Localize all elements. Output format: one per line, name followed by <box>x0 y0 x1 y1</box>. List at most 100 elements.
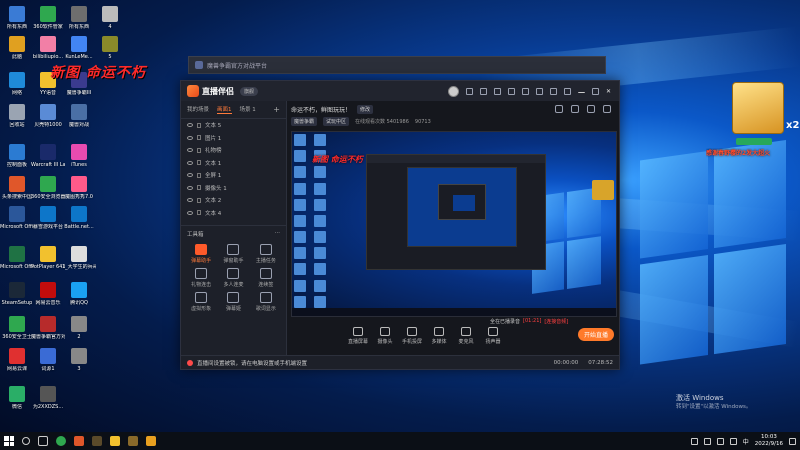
desktop-icon[interactable]: 腾讯QQ <box>62 282 96 306</box>
desktop-icon[interactable]: 1_大学生的兵哥没道德团 <box>62 246 96 270</box>
desktop-icon[interactable]: Warcraft III Launcher <box>31 144 65 168</box>
tab-scene-1[interactable]: 场景 1 <box>240 105 256 114</box>
desktop-icon[interactable]: 头条搜索中国 <box>0 176 34 200</box>
desktop-icon[interactable]: 为2XXDZS... <box>31 386 65 410</box>
gift-icon[interactable] <box>522 87 529 95</box>
desktop-icon[interactable]: 360安全浏览器 <box>31 176 65 200</box>
taskbar-clock[interactable]: 10:03 2022/9/16 <box>755 434 783 448</box>
toolbox-item[interactable]: 虚拟形象 <box>185 292 217 312</box>
close-icon[interactable]: ✕ <box>606 88 613 95</box>
eye-icon[interactable] <box>187 123 193 128</box>
desktop-icon[interactable]: 此脑 <box>0 36 34 60</box>
start-live-button[interactable]: 开始直播 <box>578 328 614 341</box>
toolbox-more-button[interactable]: ··· <box>275 230 280 238</box>
toolbox-item[interactable]: 多人连麦 <box>217 268 249 288</box>
toolbox-item[interactable]: 弹幕姬 <box>217 292 249 312</box>
message-icon[interactable] <box>494 87 501 95</box>
source-control[interactable]: 手机投屏 <box>401 327 423 345</box>
lock-icon[interactable] <box>197 147 201 153</box>
tray-up-icon[interactable] <box>690 437 698 445</box>
shop-icon[interactable] <box>555 105 563 113</box>
lock-icon[interactable] <box>197 197 201 203</box>
toolbox-item[interactable]: 主播任务 <box>250 244 282 264</box>
source-control[interactable]: 扬声器 <box>482 327 504 345</box>
desktop-icon[interactable]: 魔图秀秀7.0 <box>62 176 96 200</box>
tray-network-icon[interactable] <box>703 437 711 445</box>
share-icon[interactable] <box>536 87 543 95</box>
layer-item[interactable]: 摄像头 1 <box>181 182 286 195</box>
folder-icon[interactable] <box>110 436 120 446</box>
source-control[interactable]: 麦克风 <box>455 327 477 345</box>
notification-icon[interactable] <box>587 105 595 113</box>
eye-icon[interactable] <box>187 198 193 203</box>
tray-app-icon[interactable] <box>729 437 737 445</box>
desktop-icon[interactable]: 控制面板 <box>0 144 34 168</box>
lock-icon[interactable] <box>197 210 201 216</box>
layer-item[interactable]: 文本 4 <box>181 207 286 220</box>
battlenet-icon[interactable] <box>128 436 138 446</box>
ime-indicator[interactable]: 中 <box>743 437 749 446</box>
category-tag[interactable]: 魔兽争霸 <box>291 117 318 126</box>
share-stream-icon[interactable] <box>571 105 579 113</box>
refresh-icon[interactable] <box>466 87 473 95</box>
warcraft-icon[interactable] <box>92 436 102 446</box>
eye-icon[interactable] <box>187 135 193 140</box>
desktop-icon[interactable]: 360软件管家 <box>31 6 65 30</box>
screen-icon[interactable] <box>508 87 515 95</box>
layer-item[interactable]: 文本 2 <box>181 194 286 207</box>
desktop-icon[interactable]: 360安全卫士 <box>0 316 34 340</box>
eye-icon[interactable] <box>187 185 193 190</box>
desktop-icon[interactable]: 暴雪游戏平台 <box>31 206 65 230</box>
tab-my-scenes[interactable]: 我的场景 <box>187 105 209 114</box>
lock-icon[interactable] <box>197 135 201 141</box>
desktop-icon[interactable]: 5 <box>93 36 127 60</box>
layer-item[interactable]: 文本 1 <box>181 157 286 170</box>
source-control[interactable]: 摄像头 <box>374 327 396 345</box>
layer-item[interactable]: 图片 1 <box>181 132 286 145</box>
status-warning[interactable]: 直播间设置被锁，请在电脑设置或手机端设置 <box>197 359 307 367</box>
desktop-icon[interactable]: 网易云课 <box>0 348 34 372</box>
desktop-icon[interactable]: Microsoft Office Wo... <box>0 206 34 230</box>
desktop-icon[interactable]: 网易云音乐 <box>31 282 65 306</box>
stream-preview[interactable]: 新图 命运不朽 <box>291 131 617 317</box>
more-icon[interactable] <box>603 105 611 113</box>
source-control[interactable]: 多媒体 <box>428 327 450 345</box>
desktop-icon[interactable]: 魔兽争霸官方对战平台 <box>31 316 65 340</box>
desktop-icon[interactable]: 所有东西 <box>0 6 34 30</box>
desktop-icon[interactable]: bilibiliupio... <box>31 36 65 60</box>
search-icon[interactable] <box>22 437 30 445</box>
live-app-icon[interactable] <box>146 436 156 446</box>
eye-icon[interactable] <box>187 210 193 215</box>
start-icon[interactable] <box>4 436 14 446</box>
record-icon[interactable] <box>480 87 487 95</box>
back-window-titlebar[interactable]: 魔兽争霸官方对战平台 <box>188 56 606 74</box>
eye-icon[interactable] <box>187 160 193 165</box>
minimize-icon[interactable] <box>578 89 585 93</box>
toolbox-item[interactable]: 连续签 <box>250 268 282 288</box>
notification-center-icon[interactable] <box>789 437 796 445</box>
lock-icon[interactable] <box>197 185 201 191</box>
desktop-icon[interactable]: Battle.net... <box>62 206 96 230</box>
version-pill[interactable]: 旗舰 <box>240 86 259 96</box>
toolbox-item[interactable]: 弹窗助手 <box>217 244 249 264</box>
toolbox-item[interactable]: 歌词显示 <box>250 292 282 312</box>
tray-volume-icon[interactable] <box>716 437 724 445</box>
layer-item[interactable]: 全屏 1 <box>181 169 286 182</box>
settings-icon[interactable] <box>550 87 557 95</box>
desktop-icon[interactable]: 所有东西 <box>62 6 96 30</box>
toolbox-item[interactable]: 礼物连击 <box>185 268 217 288</box>
desktop-icon[interactable]: KunLeMe... <box>62 36 96 60</box>
desktop-icon[interactable]: PotPlayer 64 bit <box>31 246 65 270</box>
layer-item[interactable]: 文本 5 <box>181 119 286 132</box>
zone-tag[interactable]: 试玩中区 <box>323 117 350 126</box>
eye-icon[interactable] <box>187 148 193 153</box>
desktop-icon[interactable]: 网络 <box>0 72 34 96</box>
eye-icon[interactable] <box>187 173 193 178</box>
desktop-icon[interactable]: Microsoft Office Exc... <box>0 246 34 270</box>
taskview-icon[interactable] <box>38 436 48 446</box>
desktop-icon[interactable]: 4 <box>93 6 127 30</box>
user-avatar[interactable] <box>448 85 459 97</box>
menu-icon[interactable] <box>564 87 571 95</box>
lock-icon[interactable] <box>197 122 201 128</box>
lock-icon[interactable] <box>197 172 201 178</box>
